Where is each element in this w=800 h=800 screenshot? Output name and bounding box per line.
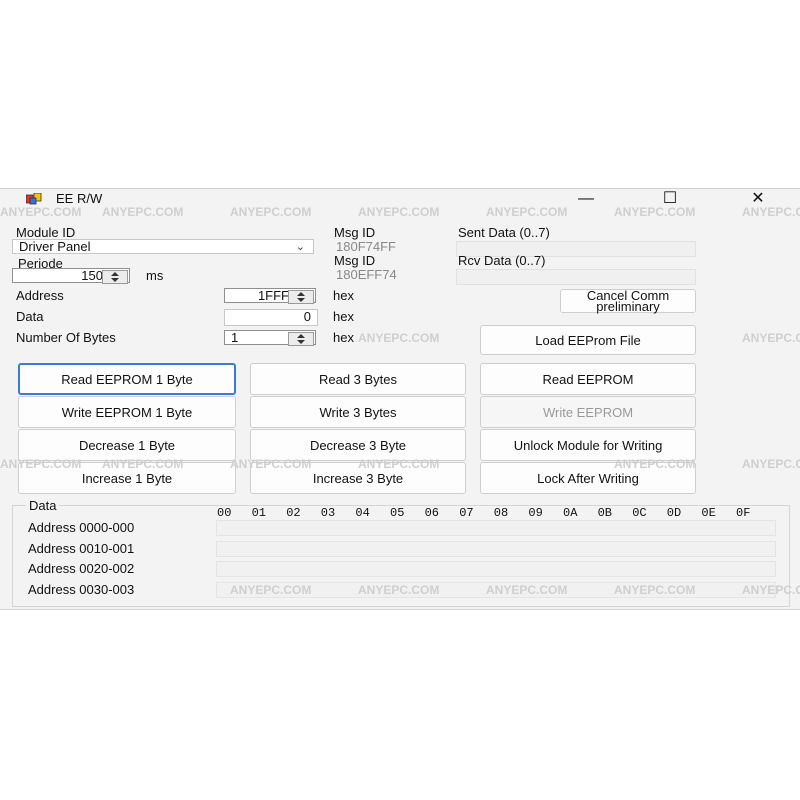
data-hex-label: hex (333, 309, 354, 324)
unlock-module-button[interactable]: Unlock Module for Writing (480, 429, 696, 461)
hex-column-header: 07 (459, 506, 474, 520)
data-field[interactable]: 0 (224, 309, 318, 326)
module-id-value: Driver Panel (19, 239, 91, 254)
hex-column-header: 0B (597, 506, 612, 520)
write-eeprom-button[interactable]: Write EEPROM (480, 396, 696, 428)
write-3-bytes-button[interactable]: Write 3 Bytes (250, 396, 466, 428)
stepper-arrows-icon[interactable] (102, 270, 128, 284)
watermark-text: ANYEPC.COM (358, 331, 440, 345)
rcv-data-label: Rcv Data (0..7) (458, 253, 546, 268)
address-hex-label: hex (333, 288, 354, 303)
rcv-data-display (456, 269, 696, 285)
write-eeprom-1-byte-button[interactable]: Write EEPROM 1 Byte (18, 396, 236, 428)
periode-value: 150 (81, 268, 103, 283)
msg-id-value-1: 180F74FF (336, 239, 396, 254)
hex-column-header: 08 (493, 506, 509, 520)
window-title: EE R/W (56, 191, 103, 206)
increase-1-byte-button[interactable]: Increase 1 Byte (18, 462, 236, 494)
address-row-label: Address 0010-001 (28, 541, 135, 556)
maximize-icon[interactable]: ☐ (650, 189, 690, 209)
msg-id-value-2: 180EFF74 (336, 267, 397, 282)
data-label: Data (16, 309, 44, 324)
hex-column-header: 02 (286, 506, 301, 520)
address-row-label: Address 0030-003 (28, 582, 135, 597)
hex-column-header: 00 (217, 506, 232, 520)
read-eeprom-button[interactable]: Read EEPROM (480, 363, 696, 395)
read-eeprom-1-byte-button[interactable]: Read EEPROM 1 Byte (18, 363, 236, 395)
module-id-select[interactable]: Driver Panel ⌄ (12, 239, 314, 254)
title-bar: EE R/W — ☐ ✕ (0, 189, 800, 209)
address-row-data (216, 582, 776, 598)
address-stepper[interactable]: 1FFF (224, 288, 316, 304)
address-row-label: Address 0020-002 (28, 561, 135, 576)
bytes-hex-label: hex (333, 330, 354, 345)
stepper-arrows-icon[interactable] (288, 290, 314, 304)
close-icon[interactable]: ✕ (738, 189, 778, 209)
msg-id-label-1: Msg ID (334, 225, 376, 240)
hex-column-header: 0F (736, 506, 751, 520)
hex-column-header: 0C (632, 506, 647, 520)
hex-column-header: 03 (320, 506, 336, 520)
hex-column-header: 05 (390, 506, 405, 520)
number-of-bytes-label: Number Of Bytes (16, 330, 116, 345)
number-of-bytes-value: 1 (231, 330, 239, 345)
ee-rw-window: EE R/W — ☐ ✕ Module ID Driver Panel ⌄ Pe… (0, 188, 800, 610)
module-id-label: Module ID (16, 225, 76, 240)
hex-column-header: 0A (563, 506, 578, 520)
address-value: 1FFF (257, 288, 289, 303)
address-row-data (216, 541, 776, 557)
decrease-3-byte-button[interactable]: Decrease 3 Byte (250, 429, 466, 461)
ms-unit-label: ms (146, 268, 164, 283)
app-icon (26, 193, 42, 205)
hex-column-header: 06 (424, 506, 439, 520)
data-group-title: Data (26, 498, 60, 513)
periode-stepper[interactable]: 150 (12, 268, 130, 284)
address-label: Address (16, 288, 64, 303)
hex-column-header: 0E (701, 506, 716, 520)
read-3-bytes-button[interactable]: Read 3 Bytes (250, 363, 466, 395)
address-row-data (216, 561, 776, 577)
chevron-down-icon: ⌄ (295, 241, 305, 253)
hex-column-header: 04 (355, 506, 370, 520)
number-of-bytes-stepper[interactable]: 1 (224, 330, 316, 346)
decrease-1-byte-button[interactable]: Decrease 1 Byte (18, 429, 236, 461)
minimize-icon[interactable]: — (566, 189, 606, 209)
stepper-arrows-icon[interactable] (288, 332, 314, 346)
data-value: 0 (303, 309, 311, 324)
sent-data-label: Sent Data (0..7) (458, 225, 550, 240)
hex-column-header: 0D (666, 506, 682, 520)
cancel-comm-button[interactable]: Cancel Comm preliminary (560, 289, 696, 313)
increase-3-byte-button[interactable]: Increase 3 Byte (250, 462, 466, 494)
address-row-label: Address 0000-000 (28, 520, 135, 535)
hex-column-header: 01 (251, 506, 266, 520)
lock-after-writing-button[interactable]: Lock After Writing (480, 462, 696, 494)
hex-column-header: 09 (528, 506, 543, 520)
watermark-text: ANYEPC.COM (742, 331, 800, 345)
msg-id-label-2: Msg ID (334, 253, 376, 268)
address-row-data (216, 520, 776, 536)
load-eeprom-file-button[interactable]: Load EEProm File (480, 325, 696, 355)
watermark-text: ANYEPC.COM (742, 457, 800, 471)
